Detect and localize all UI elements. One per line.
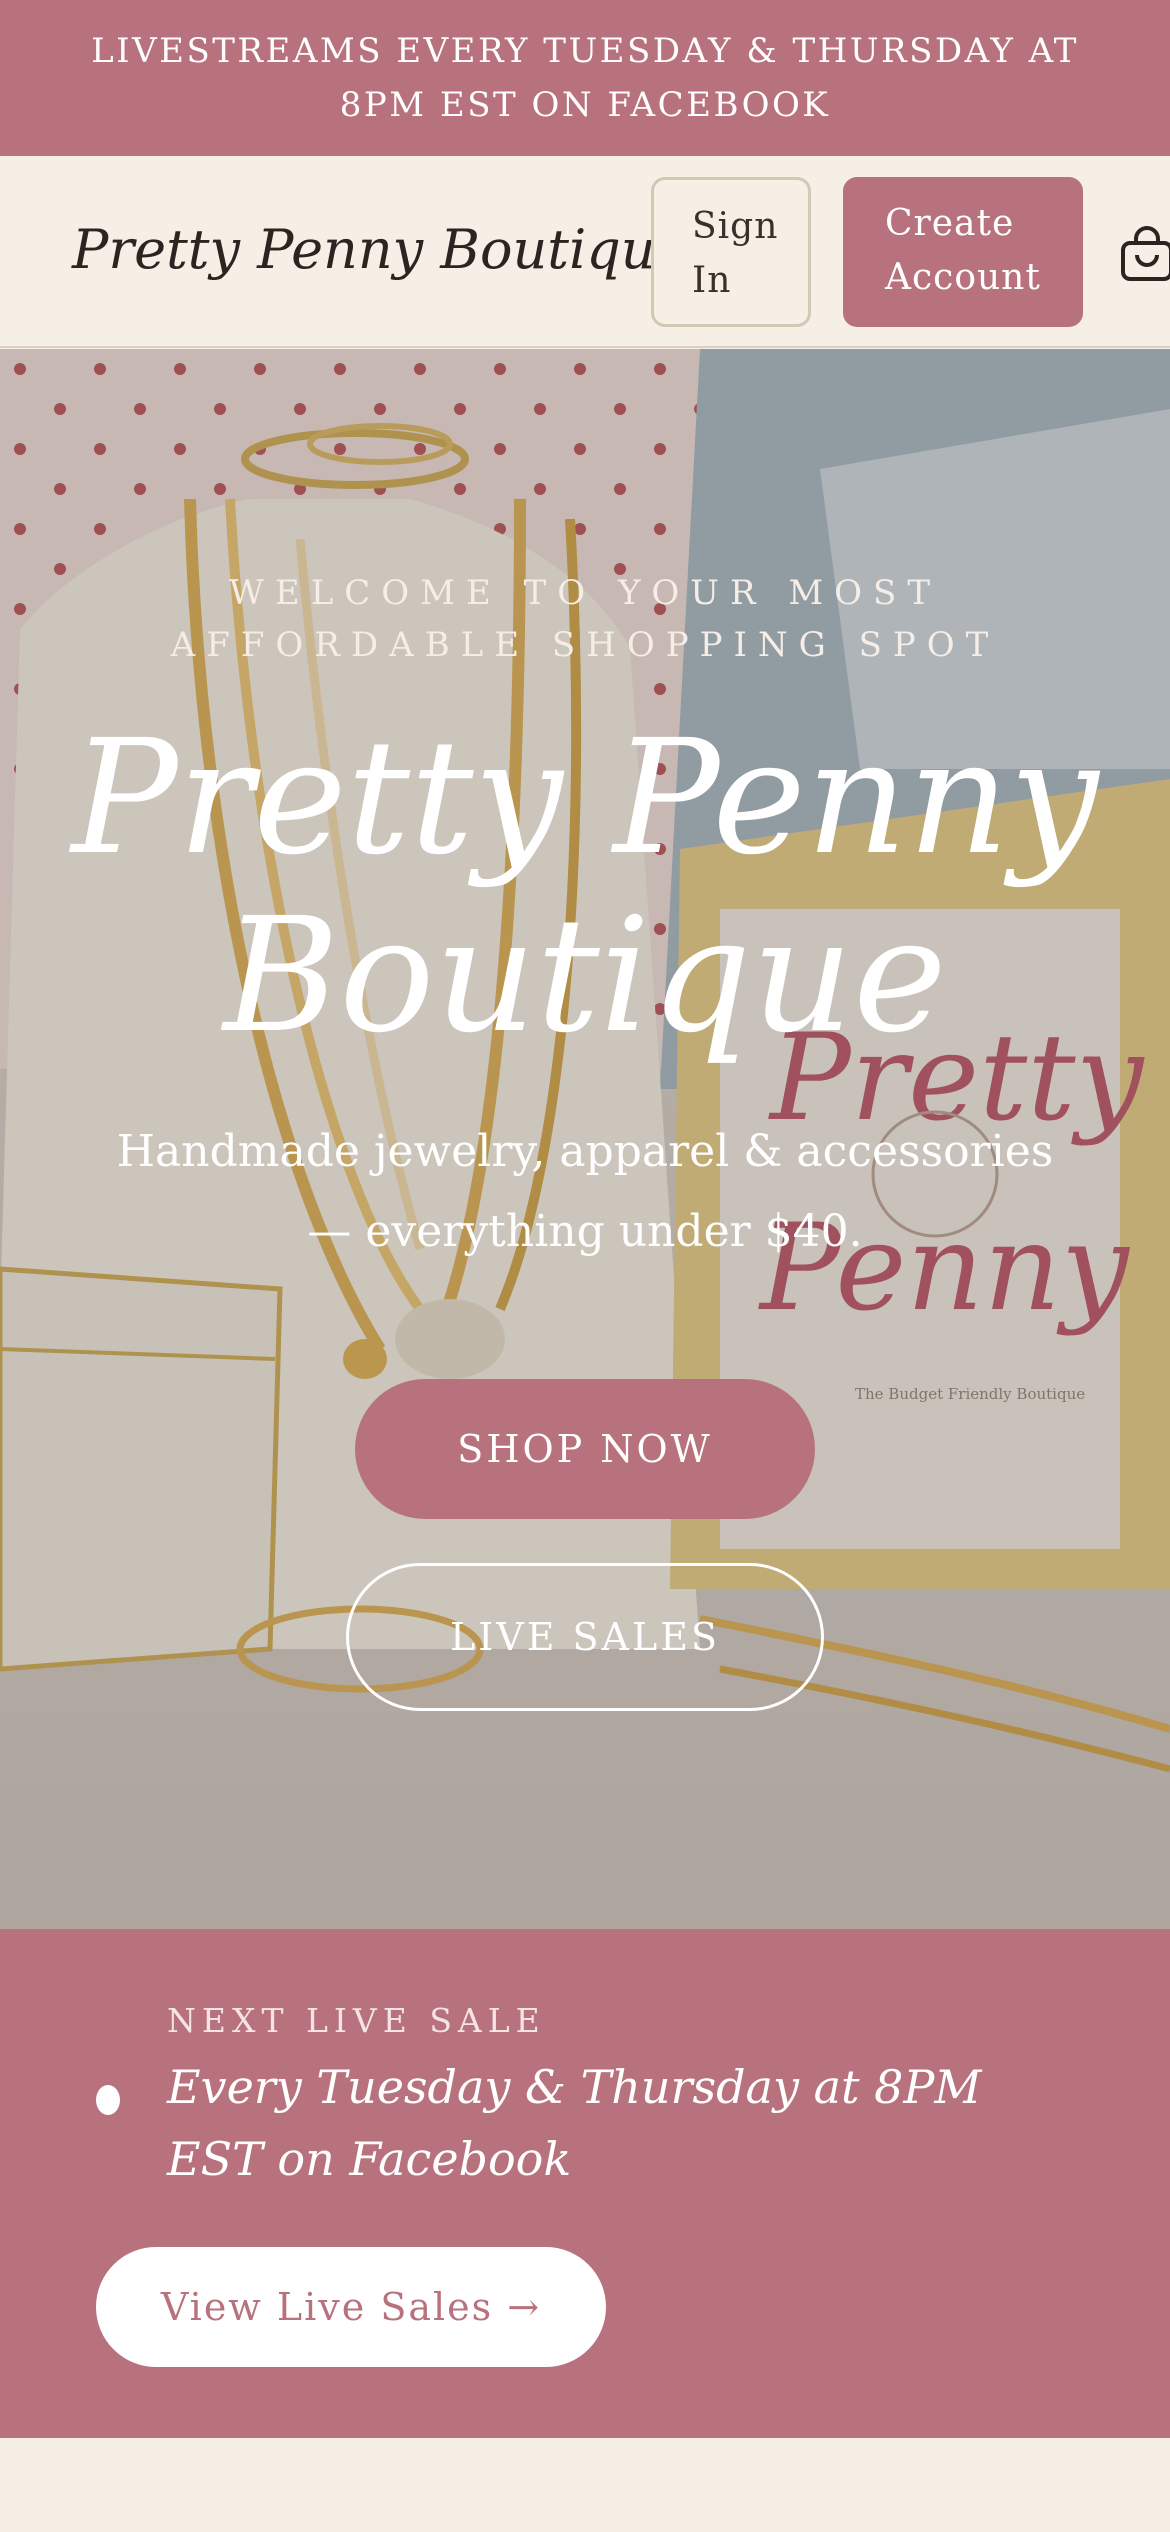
brand-logo[interactable]: Pretty Penny Boutique: [72, 218, 688, 281]
hero-kicker: WELCOME TO YOUR MOST AFFORDABLE SHOPPING…: [170, 573, 1000, 665]
hero-section: Pretty Penny The Budget Friendly Boutiqu…: [0, 349, 1170, 1929]
sign-in-label-line1: Sign: [692, 206, 779, 247]
live-sales-button[interactable]: LIVE SALES: [346, 1563, 824, 1711]
create-account-label-line2: Account: [885, 257, 1041, 298]
hero-title: Pretty Penny Boutique: [60, 709, 1110, 1065]
site-header: Pretty Penny Boutique Sign In Create Acc…: [0, 156, 1170, 348]
next-live-sale-section: NEXT LIVE SALE Every Tuesday & Thursday …: [0, 1929, 1170, 2438]
view-live-sales-button[interactable]: View Live Sales →: [96, 2247, 606, 2367]
announcement-text: LIVESTREAMS EVERY TUESDAY & THURSDAY AT …: [91, 31, 1079, 125]
create-account-label-line1: Create: [885, 203, 1015, 244]
announcement-bar: LIVESTREAMS EVERY TUESDAY & THURSDAY AT …: [0, 0, 1170, 156]
shop-now-button[interactable]: SHOP NOW: [355, 1379, 815, 1519]
live-sale-schedule: Every Tuesday & Thursday at 8PM EST on F…: [167, 2060, 982, 2186]
shopping-bag-icon[interactable]: [1120, 225, 1170, 283]
next-live-sale-label: NEXT LIVE SALE: [167, 2001, 546, 2040]
sign-in-label-line2: In: [692, 260, 732, 301]
live-indicator-dot: [96, 2085, 120, 2115]
create-account-button[interactable]: Create Account: [843, 177, 1083, 327]
sign-in-button[interactable]: Sign In: [651, 177, 811, 327]
hero-title-line2: Boutique: [223, 884, 947, 1068]
hero-subtitle: Handmade jewelry, apparel & accessories …: [116, 1126, 1054, 1257]
hero-title-line1: Pretty Penny: [71, 706, 1099, 890]
